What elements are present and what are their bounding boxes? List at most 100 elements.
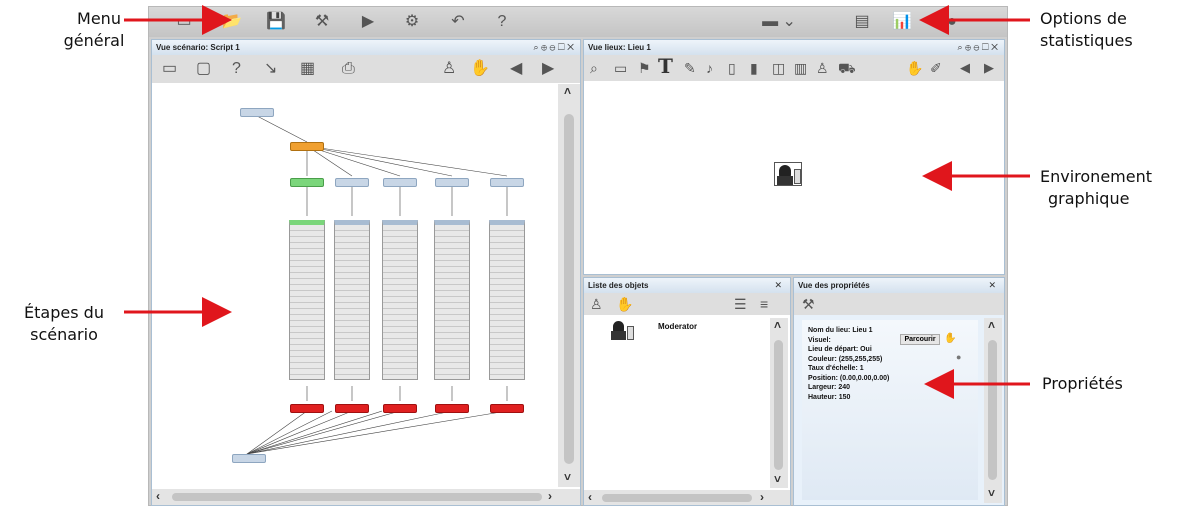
scroll-left-icon[interactable]: ‹ [156, 489, 160, 503]
person-icon[interactable]: ♙ [816, 58, 829, 78]
hand-icon[interactable]: ✋ [944, 333, 956, 344]
chart-icon[interactable]: ▤ [849, 12, 875, 32]
tool-dropdown-icon[interactable]: ✐ [930, 58, 942, 78]
book-icon[interactable]: ▭ [162, 59, 177, 79]
scroll-down-icon[interactable]: ˅ [988, 486, 995, 500]
properties-content: Nom du lieu: Lieu 1 Visuel: Lieu de dépa… [802, 320, 978, 500]
user-icon[interactable]: ♙ [590, 294, 603, 314]
scroll-right-icon[interactable]: › [548, 489, 552, 503]
book-icon[interactable]: ▥ [794, 58, 807, 78]
places-window-controls[interactable]: ⌕ ⊕ ⊖ ☐ ✕ [958, 40, 998, 55]
hand-icon[interactable]: ✋ [906, 58, 923, 78]
user-icon[interactable]: ♙ [442, 59, 456, 79]
scroll-up-icon[interactable]: ˄ [988, 318, 995, 332]
places-panel: Vue lieux: Lieu 1 ⌕ ⊕ ⊖ ☐ ✕ ⌕ ▭ ⚑ T ✎ ♪ … [583, 39, 1005, 275]
search-icon[interactable]: ⌕ [590, 58, 598, 78]
node-step[interactable] [490, 178, 524, 187]
map-icon[interactable]: ⚙ [399, 12, 425, 32]
next-icon[interactable]: ▶ [542, 59, 554, 79]
list-sort-icon[interactable]: ≡ [760, 294, 768, 314]
scenario-vscroll-thumb[interactable] [564, 114, 574, 464]
objects-vscroll-thumb[interactable] [774, 340, 783, 470]
annotation-stats-line2: statistiques [1040, 31, 1133, 50]
step-column[interactable] [334, 220, 370, 380]
monitor-icon[interactable]: ▬ ⌄ [759, 12, 799, 32]
printer-icon[interactable]: ⎙ [342, 59, 355, 79]
node-end-step[interactable] [383, 404, 417, 413]
question-icon[interactable]: ? [232, 59, 241, 79]
play-icon[interactable]: ▶ [355, 12, 381, 32]
save-icon[interactable]: 💾 [263, 12, 289, 32]
node-end-step[interactable] [335, 404, 369, 413]
properties-vscroll-thumb[interactable] [988, 340, 997, 480]
node-step[interactable] [435, 178, 469, 187]
node-step[interactable] [335, 178, 369, 187]
new-icon[interactable]: ▭ [171, 12, 197, 32]
node-end-step[interactable] [435, 404, 469, 413]
prev-icon[interactable]: ◀ [510, 59, 522, 79]
bookmark-icon[interactable]: ▮ [750, 58, 758, 78]
help-icon[interactable]: ? [489, 12, 515, 32]
wrench-icon[interactable]: ⚒ [802, 294, 815, 314]
properties-vscroll[interactable]: ˄ ˅ [984, 318, 1002, 503]
places-toolbar: ⌕ ▭ ⚑ T ✎ ♪ ▯ ▮ ◫ ▥ ♙ ⛟ ✋ ✐ ◀ ▶ [584, 55, 1004, 81]
app-window: ▭ 📂 💾 ⚒ ▶ ⚙ ↶ ? ▬ ⌄ ▤ 📊 ● Vue scénario: … [148, 6, 1008, 506]
scroll-up-icon[interactable]: ˄ [564, 84, 571, 98]
open-folder-icon[interactable]: 📂 [219, 12, 245, 32]
cube-icon[interactable]: ◫ [772, 58, 785, 78]
scroll-down-icon[interactable]: ˅ [774, 472, 781, 486]
objects-vscroll[interactable]: ˄ ˅ [770, 318, 788, 488]
monitor-icon[interactable]: ▭ [614, 58, 627, 78]
annotation-steps-line2: scénario [30, 325, 98, 344]
document-icon[interactable]: ▦ [300, 59, 315, 79]
color-picker-icon[interactable]: ● [956, 352, 961, 362]
node-end[interactable] [232, 454, 266, 463]
step-column[interactable] [489, 220, 525, 380]
node-step[interactable] [290, 178, 324, 187]
node-hub[interactable] [290, 142, 324, 151]
step-column[interactable] [434, 220, 470, 380]
node-step[interactable] [383, 178, 417, 187]
wrench-icon[interactable]: ⚒ [309, 12, 335, 32]
curve-arrow-icon[interactable]: ↘ [264, 59, 277, 79]
browse-button[interactable]: Parcourir [900, 334, 940, 345]
next-icon[interactable]: ▶ [984, 58, 994, 78]
scenario-window-controls[interactable]: ⌕ ⊕ ⊖ ☐ ✕ [534, 40, 574, 55]
scenario-hscroll-thumb[interactable] [172, 493, 542, 501]
list-filter-icon[interactable]: ☰ [734, 294, 747, 314]
car-icon[interactable]: ⛟ [838, 58, 856, 78]
objects-hscroll[interactable]: ‹ › [584, 490, 790, 505]
places-panel-title: Vue lieux: Lieu 1 [584, 40, 1004, 55]
music-icon[interactable]: ♪ [706, 58, 713, 78]
prop-width: Largeur: 240 [808, 384, 851, 391]
hand-icon[interactable]: ✋ [470, 59, 490, 79]
scroll-up-icon[interactable]: ˄ [774, 318, 781, 332]
prop-start-place: Lieu de départ: Oui [808, 346, 872, 353]
flag-icon[interactable]: ⚑ [638, 58, 651, 78]
objects-hscroll-thumb[interactable] [602, 494, 752, 502]
objects-close-icon[interactable]: ✕ [774, 278, 782, 293]
info-icon[interactable]: ● [939, 12, 965, 32]
text-tool-icon[interactable]: T [658, 56, 673, 76]
list-item-label: Moderator [658, 322, 698, 331]
node-start[interactable] [240, 108, 274, 117]
node-end-step[interactable] [490, 404, 524, 413]
stats-icon[interactable]: 📊 [889, 12, 915, 32]
moderator-avatar-icon[interactable] [774, 162, 802, 186]
undo-icon[interactable]: ↶ [445, 12, 471, 32]
folder-icon[interactable]: ▢ [196, 59, 211, 79]
scroll-left-icon[interactable]: ‹ [588, 490, 592, 504]
scenario-hscroll[interactable]: ‹ › [152, 489, 580, 505]
step-column[interactable] [382, 220, 418, 380]
prev-icon[interactable]: ◀ [960, 58, 970, 78]
scroll-right-icon[interactable]: › [760, 490, 764, 504]
pen-icon[interactable]: ✎ [684, 58, 696, 78]
list-item[interactable]: Moderator [610, 320, 770, 346]
node-end-step[interactable] [290, 404, 324, 413]
properties-close-icon[interactable]: ✕ [988, 278, 996, 293]
scroll-down-icon[interactable]: ˅ [564, 470, 571, 484]
hand-icon[interactable]: ✋ [616, 294, 633, 314]
frame-icon[interactable]: ▯ [728, 58, 736, 78]
scenario-vscroll[interactable]: ˄ ˅ [558, 84, 580, 487]
step-column[interactable] [289, 220, 325, 380]
